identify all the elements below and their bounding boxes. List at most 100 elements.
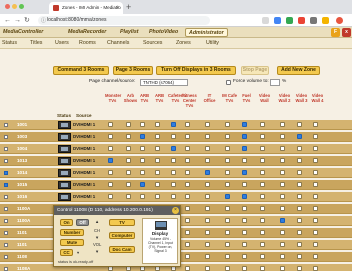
display-status-icon[interactable] (58, 133, 71, 141)
zone-group-checkbox[interactable] (205, 230, 210, 235)
zone-group-checkbox[interactable] (313, 230, 318, 235)
zone-group-checkbox[interactable] (171, 134, 176, 139)
zone-group-checkbox[interactable] (225, 134, 230, 139)
row-select-checkbox[interactable] (4, 135, 8, 139)
zone-group-checkbox[interactable] (205, 170, 210, 175)
zone-group-checkbox[interactable] (297, 170, 302, 175)
turn-off-displays-button[interactable]: Turn Off Displays in 3 Rooms (156, 66, 236, 75)
zone-group-checkbox[interactable] (313, 122, 318, 127)
zone-group-checkbox[interactable] (205, 206, 210, 211)
zone-group-checkbox[interactable] (313, 146, 318, 151)
zone-group-checkbox[interactable] (313, 182, 318, 187)
channel-down-icon[interactable]: ▼ (95, 235, 99, 240)
row-select-checkbox[interactable] (4, 159, 8, 163)
zone-group-checkbox[interactable] (185, 194, 190, 199)
extension-icon[interactable] (286, 17, 293, 24)
zone-group-checkbox[interactable] (280, 170, 285, 175)
zone-group-checkbox[interactable] (242, 230, 247, 235)
zone-name[interactable]: 1016 (17, 192, 27, 202)
zone-group-checkbox[interactable] (313, 134, 318, 139)
input-doc-cam-button[interactable]: Doc Cam (109, 246, 135, 253)
zone-group-checkbox[interactable] (225, 194, 230, 199)
zone-group-checkbox[interactable] (242, 218, 247, 223)
zone-group-checkbox[interactable] (260, 134, 265, 139)
zone-group-checkbox[interactable] (260, 230, 265, 235)
stop-page-button[interactable]: Stop Page (241, 66, 269, 75)
zone-name[interactable]: 1108A (17, 264, 30, 271)
table-row[interactable]: 1003 DVIHDMI 1 (0, 132, 352, 142)
zone-group-checkbox[interactable] (171, 122, 176, 127)
row-select-checkbox[interactable] (4, 267, 8, 271)
zone-name[interactable]: 1013 (17, 156, 27, 166)
tab-close-icon[interactable]: × (116, 2, 119, 14)
zone-group-checkbox[interactable] (280, 158, 285, 163)
zone-group-checkbox[interactable] (171, 194, 176, 199)
zone-group-checkbox[interactable] (280, 194, 285, 199)
zone-group-checkbox[interactable] (225, 158, 230, 163)
zone-group-checkbox[interactable] (126, 194, 131, 199)
zone-group-checkbox[interactable] (260, 194, 265, 199)
zone-group-checkbox[interactable] (313, 170, 318, 175)
zone-group-checkbox[interactable] (205, 218, 210, 223)
zone-group-checkbox[interactable] (297, 194, 302, 199)
zone-group-checkbox[interactable] (225, 122, 230, 127)
zone-group-checkbox[interactable] (280, 146, 285, 151)
new-tab-icon[interactable]: + (126, 1, 131, 13)
zone-group-checkbox[interactable] (280, 218, 285, 223)
zone-group-checkbox[interactable] (155, 122, 160, 127)
submenu-rooms[interactable]: Rooms (79, 38, 96, 49)
zone-group-checkbox[interactable] (242, 242, 247, 247)
extension-icon[interactable] (310, 17, 317, 24)
zone-group-checkbox[interactable] (108, 158, 113, 163)
command-rooms-button[interactable]: Command 3 Rooms (53, 66, 109, 75)
zone-group-checkbox[interactable] (280, 182, 285, 187)
force-volume-checkbox[interactable] (226, 80, 231, 85)
menu-playlist[interactable]: Playlist (117, 28, 142, 37)
site-info-icon[interactable]: ⓘ (41, 17, 46, 26)
zone-group-checkbox[interactable] (242, 206, 247, 211)
display-status-icon[interactable] (58, 121, 71, 129)
zone-name[interactable]: 1004 (17, 144, 27, 154)
zone-group-checkbox[interactable] (185, 218, 190, 223)
zone-group-checkbox[interactable] (242, 254, 247, 259)
zone-group-checkbox[interactable] (140, 182, 145, 187)
zone-group-checkbox[interactable] (155, 170, 160, 175)
zone-group-checkbox[interactable] (297, 254, 302, 259)
zone-group-checkbox[interactable] (185, 134, 190, 139)
profile-avatar-icon[interactable] (336, 17, 343, 24)
zone-group-checkbox[interactable] (242, 170, 247, 175)
row-select-checkbox[interactable] (4, 123, 8, 127)
display-status-icon[interactable] (58, 145, 71, 153)
notification-badge[interactable]: F (331, 28, 340, 37)
zone-group-checkbox[interactable] (171, 170, 176, 175)
cc-toggle-icon[interactable]: ▾ (77, 250, 79, 255)
row-select-checkbox[interactable] (4, 147, 8, 151)
row-select-checkbox[interactable] (4, 219, 8, 223)
zone-group-checkbox[interactable] (126, 158, 131, 163)
zone-group-checkbox[interactable] (242, 182, 247, 187)
zone-group-checkbox[interactable] (260, 266, 265, 271)
zone-group-checkbox[interactable] (205, 146, 210, 151)
zone-group-checkbox[interactable] (140, 146, 145, 151)
zone-group-checkbox[interactable] (225, 230, 230, 235)
force-volume-input[interactable] (270, 79, 280, 86)
popup-close-icon[interactable]: × (172, 207, 179, 214)
zone-group-checkbox[interactable] (171, 146, 176, 151)
menu-photo-video[interactable]: PhotoVideo (146, 28, 181, 37)
zone-group-checkbox[interactable] (260, 170, 265, 175)
menu-media-recorder[interactable]: MediaRecorder (65, 28, 109, 37)
zone-group-checkbox[interactable] (225, 146, 230, 151)
zone-group-checkbox[interactable] (297, 146, 302, 151)
zone-group-checkbox[interactable] (260, 122, 265, 127)
back-arrow-icon[interactable]: ← (4, 16, 11, 25)
zone-name[interactable]: 1108 (17, 252, 27, 262)
zone-group-checkbox[interactable] (242, 146, 247, 151)
mute-button[interactable]: Mute (60, 239, 84, 246)
zone-group-checkbox[interactable] (313, 206, 318, 211)
zone-group-checkbox[interactable] (185, 266, 190, 271)
zone-group-checkbox[interactable] (155, 194, 160, 199)
zone-group-checkbox[interactable] (155, 146, 160, 151)
zone-group-checkbox[interactable] (280, 266, 285, 271)
cc-button[interactable]: CC (60, 249, 73, 256)
zone-group-checkbox[interactable] (225, 170, 230, 175)
